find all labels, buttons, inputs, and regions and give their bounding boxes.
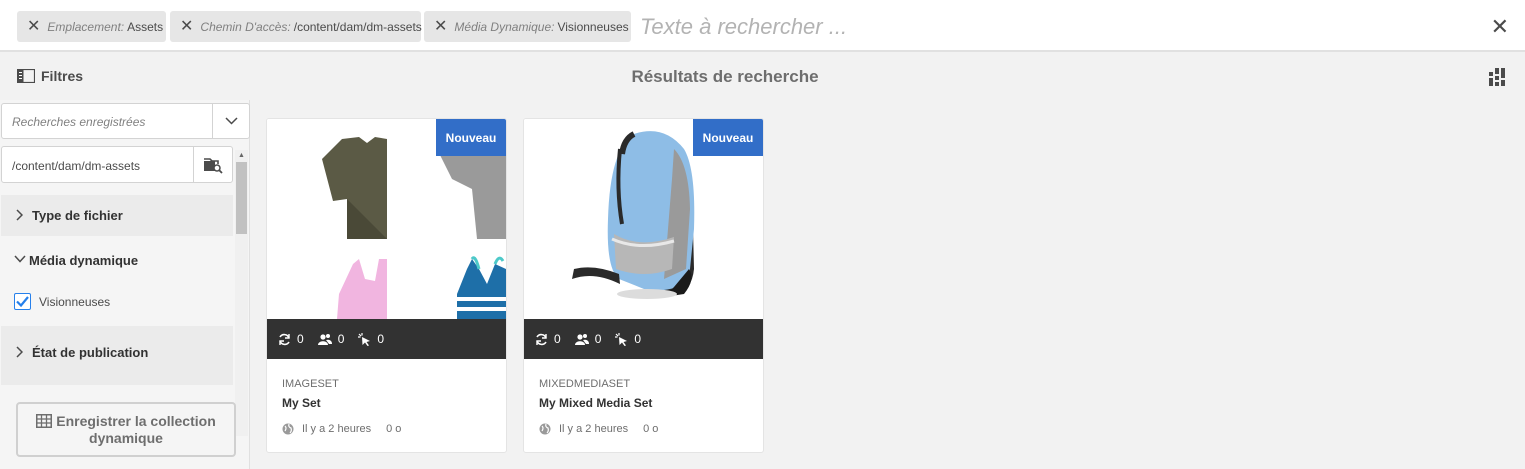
file-size: 0 o <box>643 423 659 435</box>
stat-clicks: 0 <box>358 332 384 346</box>
asset-meta: Il y a 2 heures 0 o <box>282 423 401 435</box>
globe-icon <box>282 423 294 435</box>
facet-label: Type de fichier <box>32 208 123 223</box>
stats-bar: 0 0 0 <box>524 319 763 359</box>
globe-icon <box>539 423 551 435</box>
search-bar: ✕ Emplacement: Assets ✕ Chemin D'accès: … <box>0 0 1525 52</box>
stat-value: 0 <box>634 332 642 346</box>
save-smart-collection-button[interactable]: Enregistrer la collection dynamique <box>16 402 236 457</box>
cursor-click-icon <box>615 332 628 346</box>
search-tag-location[interactable]: ✕ Emplacement: Assets <box>17 11 166 42</box>
save-button-label-line1: Enregistrer la collection <box>56 413 216 429</box>
cursor-click-icon <box>358 332 371 346</box>
results-header: Filtres Résultats de recherche <box>0 54 1525 100</box>
page-title: Résultats de recherche <box>631 67 819 86</box>
tag-value: /content/dam/dm-assets <box>293 19 422 34</box>
tag-key: Chemin D'accès: <box>200 19 291 34</box>
asset-meta: Il y a 2 heures 0 o <box>539 423 658 435</box>
asset-name[interactable]: My Mixed Media Set <box>539 396 652 410</box>
asset-card-mixed-media-set[interactable]: Nouveau 0 0 0 MIXEDMEDIASET My Mixed Med… <box>523 118 764 453</box>
search-tag-dynamic-media[interactable]: ✕ Média Dynamique: Visionneuses <box>424 11 631 42</box>
chevron-right-icon <box>16 346 23 358</box>
stat-value: 0 <box>377 332 385 346</box>
new-badge: Nouveau <box>436 119 506 156</box>
stat-users: 0 <box>317 332 345 346</box>
file-size: 0 o <box>386 423 402 435</box>
close-icon[interactable]: ✕ <box>434 18 447 35</box>
new-badge: Nouveau <box>693 119 763 156</box>
users-icon <box>317 333 332 345</box>
path-value: /content/dam/dm-assets <box>12 159 141 173</box>
card-view-icon[interactable] <box>1489 68 1505 91</box>
modified-time: Il y a 2 heures <box>559 423 629 435</box>
asset-card-image-set[interactable]: Nouveau 0 0 0 IMAGESET My Set Il y a 2 h… <box>266 118 507 453</box>
tag-key: Média Dynamique: <box>454 19 555 34</box>
facet-file-type[interactable]: Type de fichier <box>1 195 233 236</box>
chevron-down-icon[interactable] <box>212 104 249 138</box>
chevron-down-icon <box>14 255 26 263</box>
viewers-checkbox-row[interactable]: Visionneuses <box>1 282 233 324</box>
chevron-right-icon <box>16 209 23 221</box>
tag-key: Emplacement: <box>47 19 125 34</box>
rail-scrollbar[interactable]: ▲ <box>235 150 248 436</box>
stats-bar: 0 0 0 <box>267 319 506 359</box>
facet-label: Média dynamique <box>29 253 139 268</box>
asset-name[interactable]: My Set <box>282 396 321 410</box>
refresh-icon <box>536 333 547 345</box>
checkmark-icon <box>16 296 29 308</box>
refresh-icon <box>279 333 290 345</box>
path-field[interactable]: /content/dam/dm-assets <box>1 146 233 183</box>
tag-value: Assets <box>127 19 164 34</box>
filters-rail: Recherches enregistrées /content/dam/dm-… <box>0 100 250 469</box>
folder-search-icon[interactable] <box>193 147 232 182</box>
stat-value: 0 <box>297 332 304 346</box>
scroll-up-arrow[interactable]: ▲ <box>238 152 245 159</box>
users-icon <box>574 333 589 345</box>
search-input[interactable] <box>640 12 1440 42</box>
facet-label: État de publication <box>32 345 149 360</box>
table-icon <box>36 414 53 428</box>
save-button-label-line2: dynamique <box>89 430 163 446</box>
stat-value: 0 <box>554 332 561 346</box>
scrollbar-thumb[interactable] <box>236 162 247 234</box>
stat-refresh: 0 <box>535 332 561 346</box>
asset-type: MIXEDMEDIASET <box>539 378 631 390</box>
viewers-label: Visionneuses <box>39 295 111 309</box>
search-tag-path[interactable]: ✕ Chemin D'accès: /content/dam/dm-assets <box>170 11 422 42</box>
stat-clicks: 0 <box>615 332 641 346</box>
stat-refresh: 0 <box>278 332 304 346</box>
viewers-checkbox[interactable] <box>14 293 31 310</box>
facet-dynamic-media[interactable]: Média dynamique <box>1 238 233 282</box>
modified-time: Il y a 2 heures <box>302 423 372 435</box>
saved-searches-select[interactable]: Recherches enregistrées <box>1 103 250 139</box>
close-icon[interactable]: ✕ <box>180 18 193 35</box>
facet-publish-state[interactable]: État de publication <box>1 326 233 385</box>
stat-value: 0 <box>337 332 345 346</box>
asset-type: IMAGESET <box>282 378 339 390</box>
close-search-icon[interactable]: ✕ <box>1491 14 1509 40</box>
stat-value: 0 <box>594 332 602 346</box>
close-icon[interactable]: ✕ <box>27 18 40 35</box>
saved-searches-placeholder: Recherches enregistrées <box>12 115 146 129</box>
stat-users: 0 <box>574 332 602 346</box>
tag-value: Visionneuses <box>557 19 629 34</box>
